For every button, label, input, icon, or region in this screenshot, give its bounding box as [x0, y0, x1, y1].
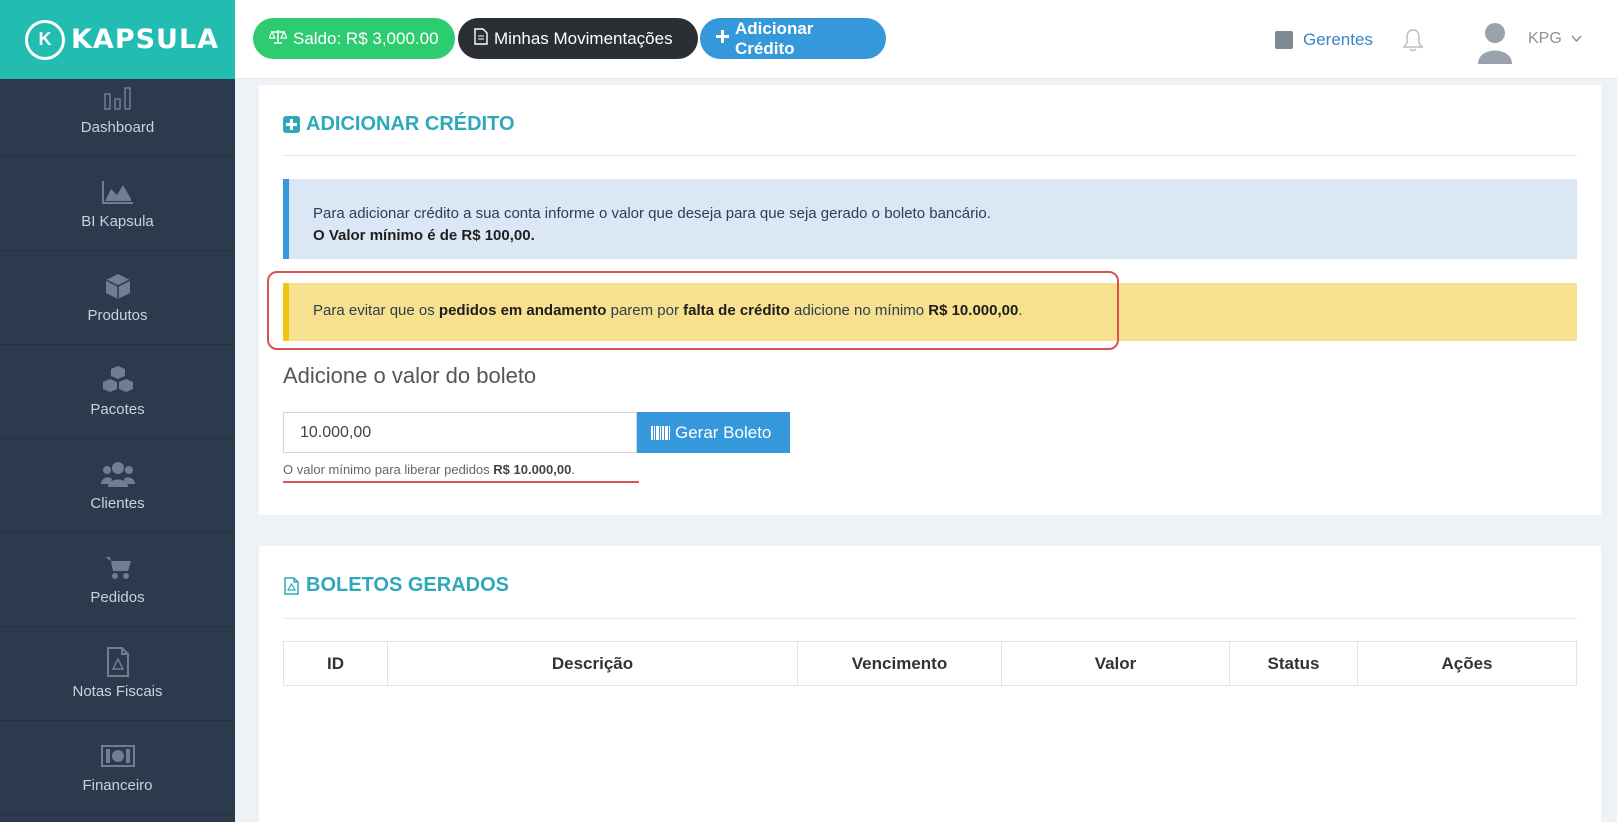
- underline-annotation: [283, 481, 639, 483]
- chevron-down-icon[interactable]: [1571, 32, 1582, 46]
- card-title: BOLETOS GERADOS: [283, 574, 509, 597]
- file-pdf-icon: [106, 647, 130, 677]
- saldo-button[interactable]: Saldo: R$ 3,000.00: [253, 18, 455, 59]
- col-status[interactable]: Status: [1229, 641, 1358, 686]
- bell-icon[interactable]: [1402, 28, 1424, 57]
- info-text: Para adicionar crédito a sua conta infor…: [313, 205, 991, 222]
- boletos-table: ID Descrição Vencimento Valor Status Açõ…: [283, 641, 1577, 686]
- sidebar-item-label: Notas Fiscais: [72, 683, 163, 700]
- divider: [283, 155, 1577, 156]
- sidebar-item-label: Clientes: [90, 495, 145, 512]
- col-valor[interactable]: Valor: [1001, 641, 1230, 686]
- gerar-boleto-button[interactable]: Gerar Boleto: [637, 412, 790, 453]
- users-icon: [100, 459, 136, 489]
- sidebar-item-pedidos[interactable]: Pedidos: [0, 533, 235, 627]
- divider: [283, 618, 1577, 619]
- avatar[interactable]: [1476, 20, 1514, 64]
- sidebar: K KAPSULA Dashboard BI Kapsula Produtos: [0, 0, 235, 822]
- plus-square-icon: [283, 116, 300, 133]
- sidebar-item-pacotes[interactable]: Pacotes: [0, 345, 235, 439]
- gerentes-link[interactable]: Gerentes: [1275, 30, 1373, 50]
- boletos-card: BOLETOS GERADOS ID Descrição Vencimento …: [259, 546, 1601, 822]
- sidebar-item-dashboard[interactable]: Dashboard: [0, 79, 235, 157]
- kapsula-logo-icon: K: [25, 19, 65, 60]
- table-header-row: ID Descrição Vencimento Valor Status Açõ…: [283, 641, 1577, 686]
- highlight-annotation: [267, 271, 1119, 350]
- col-vencimento[interactable]: Vencimento: [797, 641, 1002, 686]
- sidebar-item-notas-fiscais[interactable]: Notas Fiscais: [0, 627, 235, 721]
- sidebar-item-clientes[interactable]: Clientes: [0, 439, 235, 533]
- sidebar-nav: Dashboard BI Kapsula Produtos Pacotes Cl…: [0, 79, 235, 815]
- saldo-label: Saldo: R$ 3,000.00: [293, 28, 439, 48]
- topbar: Saldo: R$ 3,000.00 Minhas Movimentações …: [235, 0, 1617, 79]
- gerentes-label: Gerentes: [1303, 30, 1373, 49]
- sidebar-item-label: Pedidos: [90, 589, 145, 606]
- cubes-icon: [100, 365, 136, 395]
- bar-chart-icon: [103, 83, 133, 113]
- brand-name: KAPSULA: [71, 24, 220, 55]
- adicionar-credito-button[interactable]: Adicionar Crédito: [700, 18, 886, 59]
- sidebar-item-label: Dashboard: [80, 119, 155, 136]
- adicionar-credito-label: Adicionar Crédito: [735, 18, 814, 58]
- sidebar-item-bi-kapsula[interactable]: BI Kapsula: [0, 157, 235, 251]
- cube-icon: [104, 271, 132, 301]
- sidebar-item-label: Produtos: [87, 307, 148, 324]
- col-descricao[interactable]: Descrição: [387, 641, 798, 686]
- sidebar-item-produtos[interactable]: Produtos: [0, 251, 235, 345]
- file-pdf-icon: [283, 576, 300, 595]
- card-title: ADICIONAR CRÉDITO: [283, 113, 515, 136]
- sidebar-item-label: Financeiro: [82, 777, 153, 794]
- gerar-boleto-label: Gerar Boleto: [675, 422, 772, 442]
- col-acoes: Ações: [1357, 641, 1577, 686]
- sidebar-item-financeiro[interactable]: Financeiro: [0, 721, 235, 815]
- balance-scale-icon: [268, 29, 288, 49]
- movimentacoes-label: Minhas Movimentações: [494, 28, 673, 48]
- section-label: Adicione o valor do boleto: [283, 363, 537, 388]
- help-text: O valor mínimo para liberar pedidos R$ 1…: [283, 462, 575, 477]
- area-chart-icon: [101, 177, 135, 207]
- cart-icon: [103, 553, 133, 583]
- document-icon: [474, 28, 488, 49]
- plus-icon: [716, 30, 729, 47]
- manager-icon: [1275, 31, 1293, 49]
- amount-input[interactable]: [283, 412, 637, 453]
- money-icon: [100, 741, 135, 771]
- col-id[interactable]: ID: [283, 641, 388, 686]
- barcode-icon: [651, 425, 670, 440]
- add-credit-card: ADICIONAR CRÉDITO Para adicionar crédito…: [259, 85, 1601, 515]
- info-min-value: O Valor mínimo é de R$ 100,00.: [313, 227, 535, 244]
- brand-logo[interactable]: K KAPSULA: [0, 0, 235, 79]
- info-alert: Para adicionar crédito a sua conta infor…: [283, 179, 1577, 259]
- sidebar-item-label: Pacotes: [90, 401, 145, 418]
- sidebar-item-label: BI Kapsula: [81, 213, 154, 230]
- user-name[interactable]: KPG: [1528, 30, 1562, 48]
- movimentacoes-button[interactable]: Minhas Movimentações: [458, 18, 698, 59]
